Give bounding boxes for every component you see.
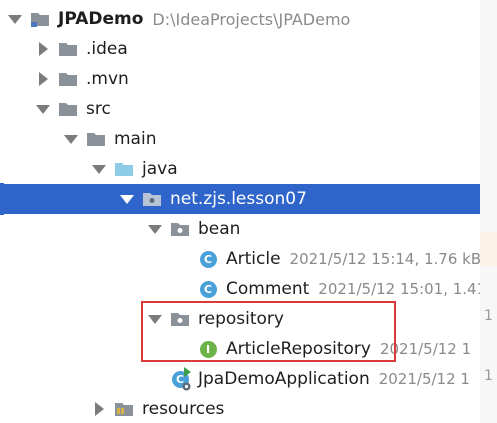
- file-label: ArticleRepository: [226, 339, 371, 359]
- tree-row-main[interactable]: main: [0, 124, 480, 154]
- tree-row-article-repository[interactable]: I ArticleRepository 2021/5/12 1: [0, 334, 480, 364]
- expand-arrow[interactable]: [36, 64, 50, 94]
- expand-arrow[interactable]: [148, 304, 162, 334]
- chevron-down-icon: [64, 134, 78, 144]
- chevron-down-icon: [148, 314, 162, 324]
- folder-label: .idea: [86, 39, 128, 59]
- expand-arrow[interactable]: [8, 4, 22, 34]
- interface-badge: I: [199, 340, 217, 358]
- tree-row-project-root[interactable]: JPADemo D:\IdeaProjects\JPADemo: [0, 4, 480, 34]
- file-meta: 2021/5/12 1: [378, 370, 470, 388]
- expand-arrow[interactable]: [64, 124, 78, 154]
- chevron-down-icon: [8, 14, 22, 24]
- tree-row-repository[interactable]: repository: [0, 304, 480, 334]
- package-label: bean: [198, 219, 241, 239]
- module-folder-icon: [30, 9, 50, 29]
- file-label: JpaDemoApplication: [198, 369, 370, 389]
- tree-row-mvn[interactable]: .mvn: [0, 64, 480, 94]
- expand-arrow[interactable]: [36, 34, 50, 64]
- file-meta: 2021/5/12 15:01, 1.41: [318, 280, 480, 298]
- tree-row-resources[interactable]: resources: [0, 394, 480, 423]
- class-badge: C: [199, 280, 217, 298]
- file-label: Comment: [226, 279, 310, 299]
- tree-row-article[interactable]: C Article 2021/5/12 15:14, 1.76 kB: [0, 244, 480, 274]
- expand-arrow[interactable]: [120, 184, 134, 214]
- chevron-down-icon: [120, 194, 134, 204]
- expand-arrow[interactable]: [148, 214, 162, 244]
- tree-row-app[interactable]: C JpaDemoApplication 2021/5/12 1: [0, 364, 480, 394]
- project-name: JPADemo: [58, 9, 144, 29]
- file-meta: 2021/5/12 15:14, 1.76 kB: [289, 250, 480, 268]
- editor-line-number: 1: [484, 308, 493, 324]
- package-folder-icon: [170, 309, 190, 329]
- folder-label: java: [142, 159, 178, 179]
- package-folder-icon: [142, 189, 162, 209]
- class-icon: C: [198, 279, 218, 299]
- editor-line-number: 1: [484, 368, 493, 384]
- editor-edge: 1 1: [480, 0, 497, 423]
- project-tree: JPADemo D:\IdeaProjects\JPADemo .idea .m…: [0, 0, 480, 423]
- class-icon: C: [198, 249, 218, 269]
- folder-icon: [58, 99, 78, 119]
- source-folder-icon: [114, 159, 134, 179]
- package-folder-icon: [170, 219, 190, 239]
- tree-row-comment[interactable]: C Comment 2021/5/12 15:01, 1.41: [0, 274, 480, 304]
- folder-icon: [86, 129, 106, 149]
- package-label: net.zjs.lesson07: [170, 189, 307, 209]
- folder-label: .mvn: [86, 69, 129, 89]
- tree-row-src[interactable]: src: [0, 94, 480, 124]
- resources-folder-icon: [114, 399, 134, 419]
- spring-app-class-icon: C: [170, 367, 191, 391]
- package-label: repository: [198, 309, 284, 329]
- chevron-right-icon: [38, 72, 48, 86]
- chevron-down-icon: [148, 224, 162, 234]
- expand-arrow[interactable]: [92, 154, 106, 184]
- folder-label: resources: [142, 399, 225, 419]
- file-meta: 2021/5/12 1: [379, 340, 472, 358]
- chevron-down-icon: [36, 104, 50, 114]
- editor-edge-highlight: [480, 232, 497, 266]
- project-path: D:\IdeaProjects\JPADemo: [152, 9, 351, 29]
- folder-icon: [58, 69, 78, 89]
- folder-label: main: [114, 129, 157, 149]
- tree-row-package-selected[interactable]: net.zjs.lesson07: [0, 184, 480, 214]
- file-label: Article: [226, 249, 281, 269]
- expand-arrow[interactable]: [36, 94, 50, 124]
- chevron-down-icon: [92, 164, 106, 174]
- folder-icon: [58, 39, 78, 59]
- tree-row-java[interactable]: java: [0, 154, 480, 184]
- tree-row-idea[interactable]: .idea: [0, 34, 480, 64]
- tree-row-bean[interactable]: bean: [0, 214, 480, 244]
- interface-icon: I: [198, 339, 218, 359]
- folder-label: src: [86, 99, 111, 119]
- chevron-right-icon: [38, 42, 48, 56]
- chevron-right-icon: [94, 402, 104, 416]
- class-badge: C: [199, 250, 217, 268]
- selection-edge: [0, 183, 4, 215]
- expand-arrow[interactable]: [92, 394, 106, 423]
